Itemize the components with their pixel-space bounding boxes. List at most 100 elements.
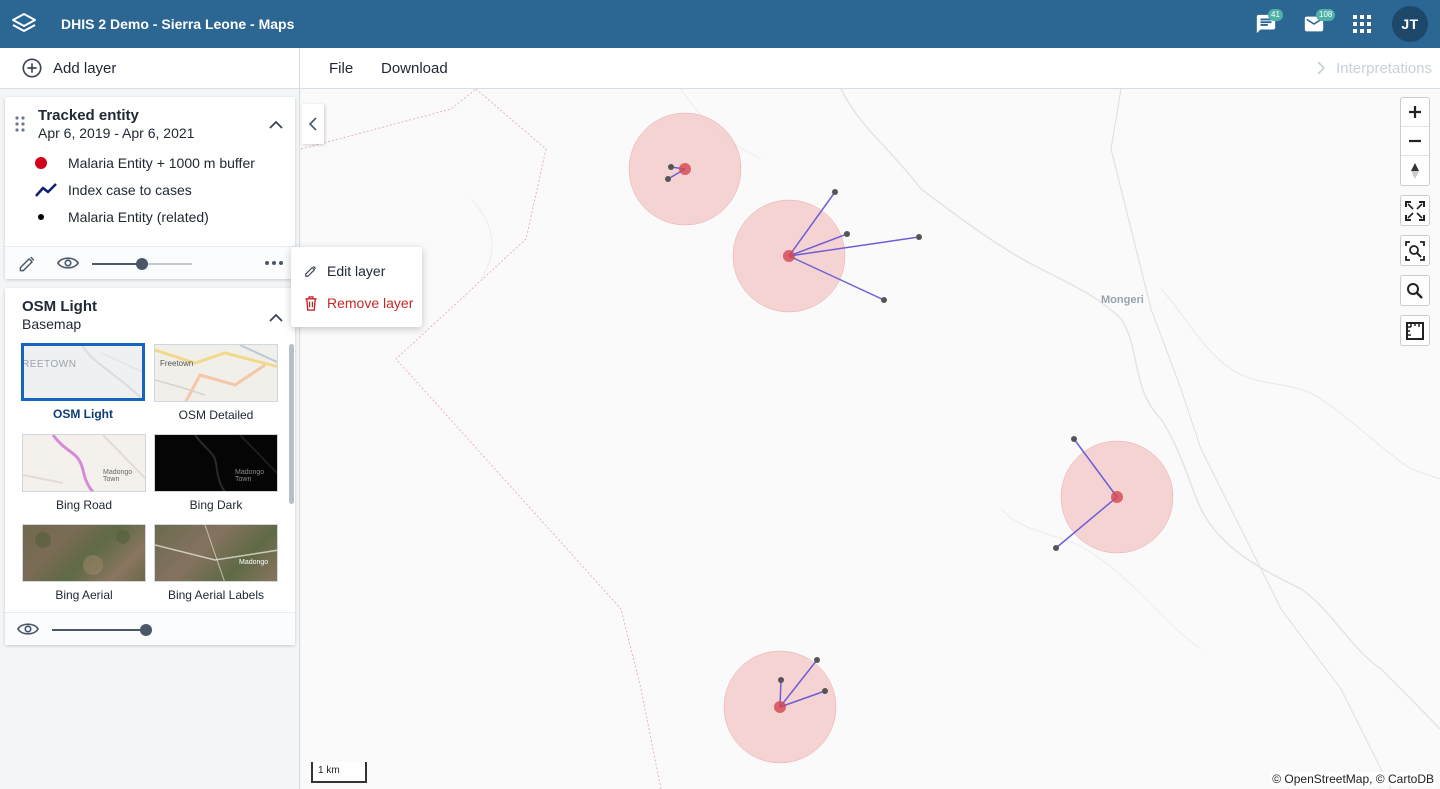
basemap-thumbnail: REETOWN xyxy=(21,343,145,401)
minus-icon xyxy=(1409,139,1421,143)
basemap-option-label: Bing Dark xyxy=(189,498,243,512)
layer-context-menu: Edit layer Remove layer xyxy=(291,247,422,327)
map-features xyxy=(301,89,1440,789)
apps-button[interactable] xyxy=(1338,0,1386,48)
app-header: DHIS 2 Demo - Sierra Leone - Maps 41 108… xyxy=(0,0,1440,48)
download-menu[interactable]: Download xyxy=(381,48,448,88)
basemap-subtitle: Basemap xyxy=(22,316,82,332)
thumb-label: Freetown xyxy=(160,359,194,368)
legend-label: Malaria Entity (related) xyxy=(68,209,209,225)
toggle-basemap-visibility-button[interactable] xyxy=(17,621,39,637)
pencil-icon xyxy=(19,256,35,272)
layer-period: Apr 6, 2019 - Apr 6, 2021 xyxy=(38,125,195,141)
fullscreen-control xyxy=(1400,195,1430,226)
remove-layer-label: Remove layer xyxy=(327,295,414,311)
messages-count-badge: 41 xyxy=(1268,9,1283,21)
reset-bearing-button[interactable] xyxy=(1401,156,1429,185)
basemap-toolbar xyxy=(5,612,295,645)
plus-icon xyxy=(1409,106,1421,118)
measure-control xyxy=(1400,315,1430,346)
map-attribution[interactable]: © OpenStreetMap, © CartoDB xyxy=(1270,772,1436,786)
edit-layer-button[interactable] xyxy=(18,254,37,273)
opacity-slider-thumb[interactable] xyxy=(136,258,148,270)
remove-layer-menu-item[interactable]: Remove layer xyxy=(291,287,422,319)
chevron-up-icon xyxy=(269,120,283,129)
basemap-title: OSM Light xyxy=(22,298,97,315)
add-layer-button[interactable]: Add layer xyxy=(0,48,300,88)
pencil-icon xyxy=(305,265,317,277)
basemap-option-label: Bing Aerial Labels xyxy=(167,588,265,602)
collapse-basemap-button[interactable] xyxy=(269,310,283,328)
legend-item: Malaria Entity + 1000 m buffer xyxy=(34,153,255,173)
compass-icon xyxy=(1411,162,1419,179)
interpretations-toggle[interactable]: Interpretations xyxy=(1316,48,1432,88)
map-canvas[interactable]: Mongeri 1 km © OpenStreetMap, © CartoDB xyxy=(301,89,1440,789)
messages-button[interactable]: 41 xyxy=(1242,0,1290,48)
chevron-right-icon xyxy=(1317,61,1326,75)
layers-panel: Tracked entity Apr 6, 2019 - Apr 6, 2021… xyxy=(0,89,300,789)
eye-icon xyxy=(17,623,39,635)
user-avatar[interactable]: JT xyxy=(1392,6,1428,42)
basemap-option-bing-road[interactable]: Madongo Town Bing Road xyxy=(22,434,146,512)
mail-button[interactable]: 108 xyxy=(1290,0,1338,48)
basemap-option-osm-detailed[interactable]: Freetown OSM Detailed xyxy=(154,344,278,422)
zoom-to-content-icon xyxy=(1405,240,1425,261)
edit-layer-label: Edit layer xyxy=(327,263,386,279)
more-horizontal-icon xyxy=(265,261,283,265)
basemap-thumbnail: Freetown xyxy=(154,344,278,402)
zoom-controls xyxy=(1400,97,1430,186)
legend-item: Malaria Entity (related) xyxy=(34,207,209,227)
eye-icon xyxy=(57,257,79,269)
basemap-option-bing-dark[interactable]: Madongo Town Bing Dark xyxy=(154,434,278,512)
line-icon xyxy=(35,183,57,197)
basemap-option-label: Bing Road xyxy=(55,498,113,512)
dhis2-logo-icon[interactable] xyxy=(0,0,48,48)
basemap-option-bing-aerial-labels[interactable]: Madongo Bing Aerial Labels xyxy=(154,524,278,602)
black-dot-icon xyxy=(38,214,44,220)
basemap-thumbnail: Madongo Town xyxy=(22,434,146,492)
basemap-option-label: Bing Aerial xyxy=(55,588,113,602)
add-circle-icon xyxy=(22,58,42,78)
edit-layer-menu-item[interactable]: Edit layer xyxy=(291,255,422,287)
drag-handle-icon[interactable] xyxy=(15,116,25,137)
basemap-option-bing-aerial[interactable]: Bing Aerial xyxy=(22,524,146,602)
basemap-thumbnail xyxy=(22,524,146,582)
basemap-option-osm-light[interactable]: REETOWN OSM Light xyxy=(21,343,145,421)
basemap-thumbnail: Madongo Town xyxy=(154,434,278,492)
thumb-label: Madongo Town xyxy=(103,469,133,483)
app-title: DHIS 2 Demo - Sierra Leone - Maps xyxy=(61,16,295,32)
file-menu[interactable]: File xyxy=(329,48,353,88)
mail-count-badge: 108 xyxy=(1316,9,1336,21)
legend-label: Index case to cases xyxy=(68,182,192,198)
legend-item: Index case to cases xyxy=(34,180,192,200)
zoom-in-button[interactable] xyxy=(1401,98,1429,127)
basemap-scrollbar[interactable] xyxy=(289,344,294,504)
basemap-opacity-slider-thumb[interactable] xyxy=(140,624,152,636)
toggle-visibility-button[interactable] xyxy=(57,255,79,271)
basemap-opacity-slider-track[interactable] xyxy=(52,629,146,631)
basemap-option-label: OSM Detailed xyxy=(178,408,254,422)
ruler-icon xyxy=(1406,321,1424,340)
measure-button[interactable] xyxy=(1401,316,1429,345)
search-control xyxy=(1400,275,1430,306)
layer-title: Tracked entity xyxy=(38,107,139,124)
basemap-option-label: OSM Light xyxy=(53,407,113,421)
collapse-layer-button[interactable] xyxy=(269,117,283,135)
layer-toolbar xyxy=(5,246,295,279)
tracked-entity-layer-card: Tracked entity Apr 6, 2019 - Apr 6, 2021… xyxy=(5,97,295,279)
zoom-out-button[interactable] xyxy=(1401,127,1429,156)
basemap-layer-card: OSM Light Basemap REETOWN OSM Light Free… xyxy=(5,288,295,645)
fit-bounds-control xyxy=(1400,235,1430,266)
zoom-to-content-button[interactable] xyxy=(1401,236,1429,265)
trash-icon xyxy=(305,295,317,311)
toolbar: Add layer File Download Interpretations xyxy=(0,48,1440,89)
thumb-label: Madongo xyxy=(239,559,269,566)
add-layer-label: Add layer xyxy=(53,59,117,77)
search-button[interactable] xyxy=(1401,276,1429,305)
chevron-left-icon xyxy=(309,117,317,131)
collapse-panel-button[interactable] xyxy=(302,104,324,144)
fullscreen-icon xyxy=(1405,200,1425,221)
more-options-button[interactable] xyxy=(264,260,284,266)
red-dot-icon xyxy=(35,157,47,169)
fullscreen-button[interactable] xyxy=(1401,196,1429,225)
